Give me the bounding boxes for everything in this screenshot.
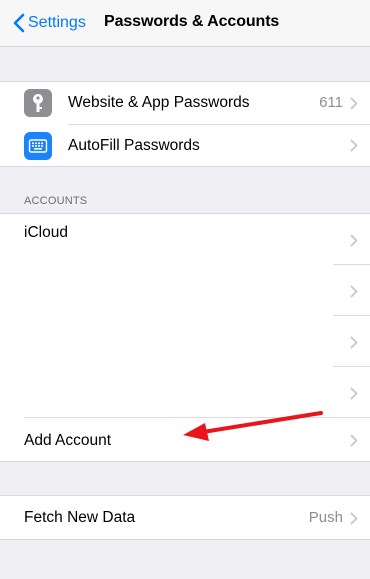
fetch-new-data-label: Fetch New Data [24, 509, 136, 526]
back-button[interactable]: Settings [13, 11, 86, 35]
account-label: iCloud [24, 224, 68, 241]
key-icon [24, 89, 52, 117]
keyboard-icon [24, 132, 52, 160]
autofill-passwords-row[interactable]: AutoFill Passwords [0, 125, 370, 166]
autofill-passwords-label: AutoFill Passwords [68, 137, 200, 154]
account-row[interactable] [0, 265, 370, 315]
chevron-right-icon [350, 139, 358, 152]
chevron-left-icon [13, 13, 25, 33]
page-title: Passwords & Accounts [104, 13, 280, 30]
passwords-group: Website & App Passwords 611 AutoFill Pas… [0, 81, 370, 167]
back-button-label: Settings [28, 14, 86, 31]
fetch-new-data-row[interactable]: Fetch New Data Push [0, 496, 370, 539]
accounts-group: iCloud Add Account [0, 213, 370, 462]
chevron-right-icon [350, 336, 358, 349]
navigation-bar: Settings Passwords & Accounts [0, 0, 370, 47]
section-header-accounts: ACCOUNTS [24, 195, 88, 207]
chevron-right-icon [350, 387, 358, 400]
account-row[interactable] [0, 367, 370, 417]
website-app-passwords-label: Website & App Passwords [68, 94, 250, 111]
add-account-row[interactable]: Add Account [0, 418, 370, 461]
chevron-right-icon [350, 234, 358, 247]
chevron-right-icon [350, 434, 358, 447]
chevron-right-icon [350, 97, 358, 110]
account-row-icloud[interactable]: iCloud [0, 214, 370, 264]
passwords-count: 611 [319, 94, 343, 111]
chevron-right-icon [350, 285, 358, 298]
chevron-right-icon [350, 512, 358, 525]
fetch-group: Fetch New Data Push [0, 495, 370, 540]
website-app-passwords-row[interactable]: Website & App Passwords 611 [0, 82, 370, 124]
account-row[interactable] [0, 316, 370, 366]
add-account-label: Add Account [24, 432, 112, 449]
fetch-new-data-value: Push [308, 509, 343, 526]
